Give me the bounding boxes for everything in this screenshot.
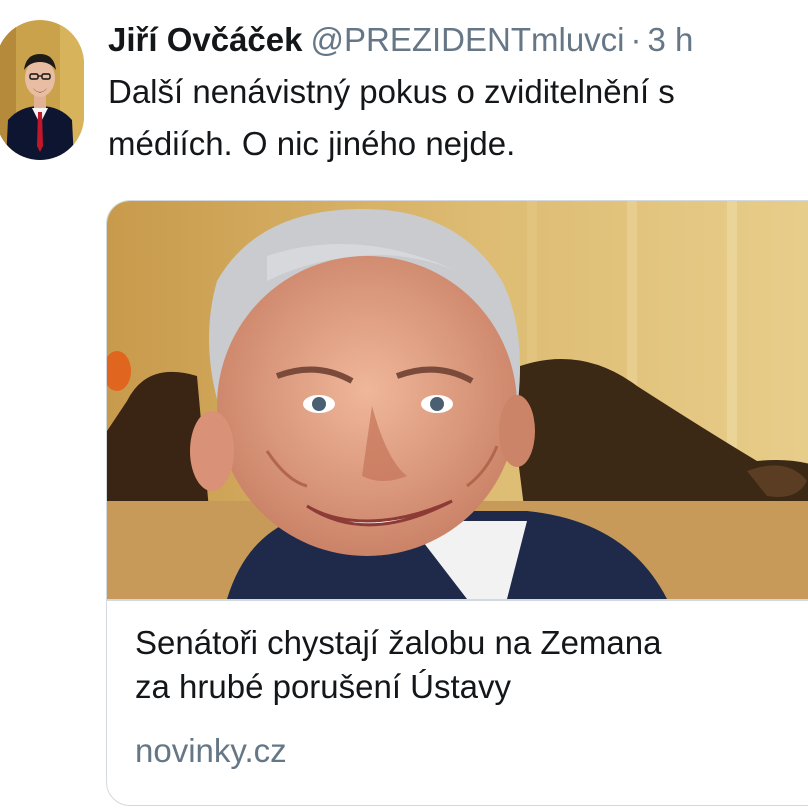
link-preview-title-line: Senátoři chystají žalobu na Zemana	[135, 624, 662, 661]
tweet-timestamp[interactable]: 3 h	[648, 21, 694, 58]
header-separator: ·	[630, 21, 642, 58]
link-preview-domain: novinky.cz	[135, 732, 287, 769]
tweet-header: Jiří Ovčáček @PREZIDENTmluvci · 3 h	[108, 18, 693, 62]
tweet-text: Další nenávistný pokus o zviditelnění s …	[108, 66, 808, 170]
author-avatar[interactable]	[0, 20, 84, 160]
link-preview-card[interactable]: Senátoři chystají žalobu na Zemana za hr…	[106, 200, 808, 806]
tweet-text-line: Další nenávistný pokus o zviditelnění s	[108, 73, 675, 110]
article-photo-icon	[107, 201, 808, 599]
author-handle[interactable]: @PREZIDENTmluvci	[311, 21, 625, 58]
author-name[interactable]: Jiří Ovčáček	[108, 21, 303, 58]
tweet-view: Jiří Ovčáček @PREZIDENTmluvci · 3 h Další n…	[0, 0, 808, 808]
link-preview-title-line: za hrubé porušení Ústavy	[135, 668, 512, 705]
card-divider	[107, 599, 808, 601]
avatar-photo-icon	[0, 20, 84, 160]
link-preview-image	[107, 201, 808, 599]
tweet-text-line: médiích. O nic jiného nejde.	[108, 125, 516, 162]
link-preview-title: Senátoři chystají žalobu na Zemana za hr…	[135, 621, 808, 709]
